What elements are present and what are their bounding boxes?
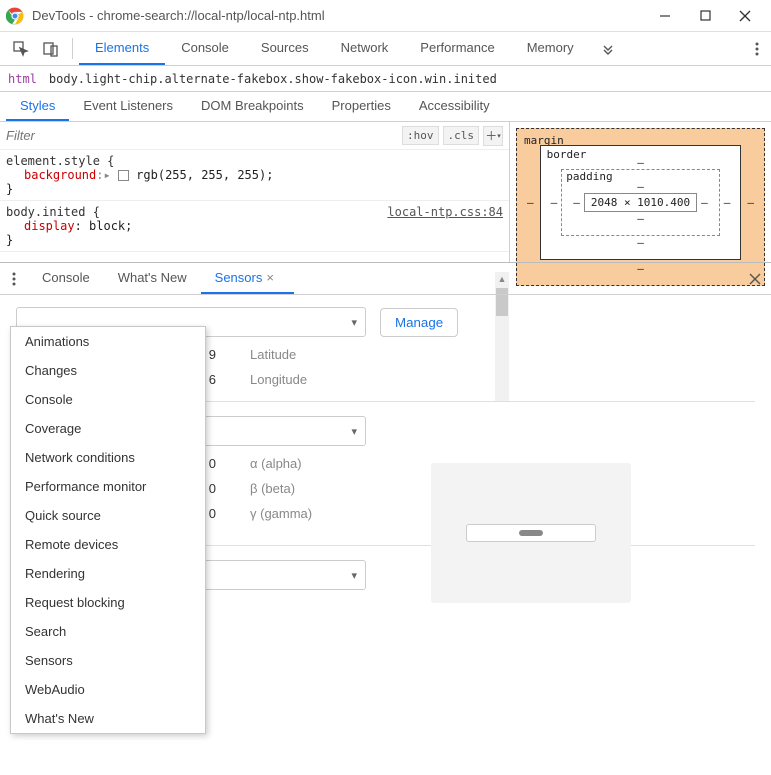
color-swatch-icon[interactable] bbox=[118, 170, 129, 181]
tab-memory[interactable]: Memory bbox=[511, 32, 590, 65]
drawer-tabstrip: Console What's New Sensors × bbox=[0, 263, 771, 295]
breadcrumb-html[interactable]: html bbox=[8, 72, 37, 86]
alpha-label: α (alpha) bbox=[250, 456, 302, 471]
drawer-tab-whatsnew[interactable]: What's New bbox=[104, 263, 201, 294]
drawer-more-tools-icon[interactable] bbox=[0, 263, 28, 294]
toggle-hov[interactable]: :hov bbox=[402, 126, 439, 145]
menu-item-whats-new[interactable]: What's New bbox=[11, 704, 205, 733]
toggle-cls[interactable]: .cls bbox=[443, 126, 480, 145]
box-model-padding-label: padding bbox=[566, 170, 612, 183]
main-tabstrip: Elements Console Sources Network Perform… bbox=[0, 32, 771, 66]
orientation-preview[interactable] bbox=[431, 463, 631, 603]
separator bbox=[72, 38, 73, 59]
minimize-button[interactable] bbox=[645, 2, 685, 30]
menu-item-performance-monitor[interactable]: Performance monitor bbox=[11, 472, 205, 501]
drawer-tab-sensors[interactable]: Sensors × bbox=[201, 263, 295, 294]
menu-item-network-conditions[interactable]: Network conditions bbox=[11, 443, 205, 472]
tab-elements[interactable]: Elements bbox=[79, 32, 165, 65]
more-tabs-icon[interactable] bbox=[590, 32, 626, 65]
latitude-label: Latitude bbox=[250, 347, 296, 362]
menu-item-rendering[interactable]: Rendering bbox=[11, 559, 205, 588]
beta-label: β (beta) bbox=[250, 481, 295, 496]
more-tools-menu: Animations Changes Console Coverage Netw… bbox=[10, 326, 206, 734]
styles-filter-input[interactable] bbox=[0, 128, 402, 143]
css-selector: element.style { bbox=[6, 154, 503, 168]
breadcrumb-body[interactable]: body.light-chip.alternate-fakebox.show-f… bbox=[49, 72, 497, 86]
close-button[interactable] bbox=[725, 2, 765, 30]
window-title: DevTools - chrome-search://local-ntp/loc… bbox=[32, 8, 645, 23]
close-tab-icon[interactable]: × bbox=[266, 270, 280, 285]
maximize-button[interactable] bbox=[685, 2, 725, 30]
menu-item-changes[interactable]: Changes bbox=[11, 356, 205, 385]
menu-item-console[interactable]: Console bbox=[11, 385, 205, 414]
tab-styles[interactable]: Styles bbox=[6, 92, 69, 121]
css-prop-display[interactable]: display bbox=[24, 219, 75, 233]
tab-event-listeners[interactable]: Event Listeners bbox=[69, 92, 187, 121]
device-icon bbox=[466, 524, 596, 542]
longitude-label: Longitude bbox=[250, 372, 307, 387]
css-value[interactable]: : block; bbox=[75, 219, 133, 233]
menu-item-quick-source[interactable]: Quick source bbox=[11, 501, 205, 530]
tab-properties[interactable]: Properties bbox=[318, 92, 405, 121]
menu-item-coverage[interactable]: Coverage bbox=[11, 414, 205, 443]
tab-performance[interactable]: Performance bbox=[404, 32, 510, 65]
chrome-logo-icon bbox=[6, 7, 24, 25]
gamma-label: γ (gamma) bbox=[250, 506, 312, 521]
css-value[interactable]: rgb(255, 255, 255); bbox=[136, 168, 273, 182]
tab-dom-breakpoints[interactable]: DOM Breakpoints bbox=[187, 92, 318, 121]
tab-sources[interactable]: Sources bbox=[245, 32, 325, 65]
tab-accessibility[interactable]: Accessibility bbox=[405, 92, 504, 121]
menu-item-search[interactable]: Search bbox=[11, 617, 205, 646]
menu-item-remote-devices[interactable]: Remote devices bbox=[11, 530, 205, 559]
source-file-link[interactable]: local-ntp.css:84 bbox=[387, 205, 503, 219]
new-style-rule-button[interactable]: ＋▾ bbox=[483, 126, 503, 146]
manage-button[interactable]: Manage bbox=[380, 308, 458, 337]
drawer-tab-console[interactable]: Console bbox=[28, 263, 104, 294]
drawer-close-icon[interactable] bbox=[739, 263, 771, 294]
menu-item-animations[interactable]: Animations bbox=[11, 327, 205, 356]
toggle-device-icon[interactable] bbox=[36, 32, 66, 65]
css-rule-element-style[interactable]: element.style { background:▸ rgb(255, 25… bbox=[0, 150, 509, 201]
inspect-element-icon[interactable] bbox=[6, 32, 36, 65]
tab-console[interactable]: Console bbox=[165, 32, 245, 65]
menu-item-webaudio[interactable]: WebAudio bbox=[11, 675, 205, 704]
styles-tabstrip: Styles Event Listeners DOM Breakpoints P… bbox=[0, 92, 771, 122]
box-model-content: 2048 × 1010.400 bbox=[584, 193, 697, 212]
devtools-menu-icon[interactable] bbox=[743, 32, 771, 65]
styles-pane: :hov .cls ＋▾ element.style { background:… bbox=[0, 122, 771, 262]
css-prop-background[interactable]: background bbox=[24, 168, 96, 182]
menu-item-sensors[interactable]: Sensors bbox=[11, 646, 205, 675]
window-title-bar: DevTools - chrome-search://local-ntp/loc… bbox=[0, 0, 771, 32]
menu-item-request-blocking[interactable]: Request blocking bbox=[11, 588, 205, 617]
dom-breadcrumb[interactable]: html body.light-chip.alternate-fakebox.s… bbox=[0, 66, 771, 92]
styles-filter-row: :hov .cls ＋▾ bbox=[0, 122, 509, 150]
tab-network[interactable]: Network bbox=[325, 32, 405, 65]
box-model-border-label: border bbox=[547, 148, 587, 161]
css-rule-body-inited[interactable]: local-ntp.css:84 body.inited { display: … bbox=[0, 201, 509, 252]
